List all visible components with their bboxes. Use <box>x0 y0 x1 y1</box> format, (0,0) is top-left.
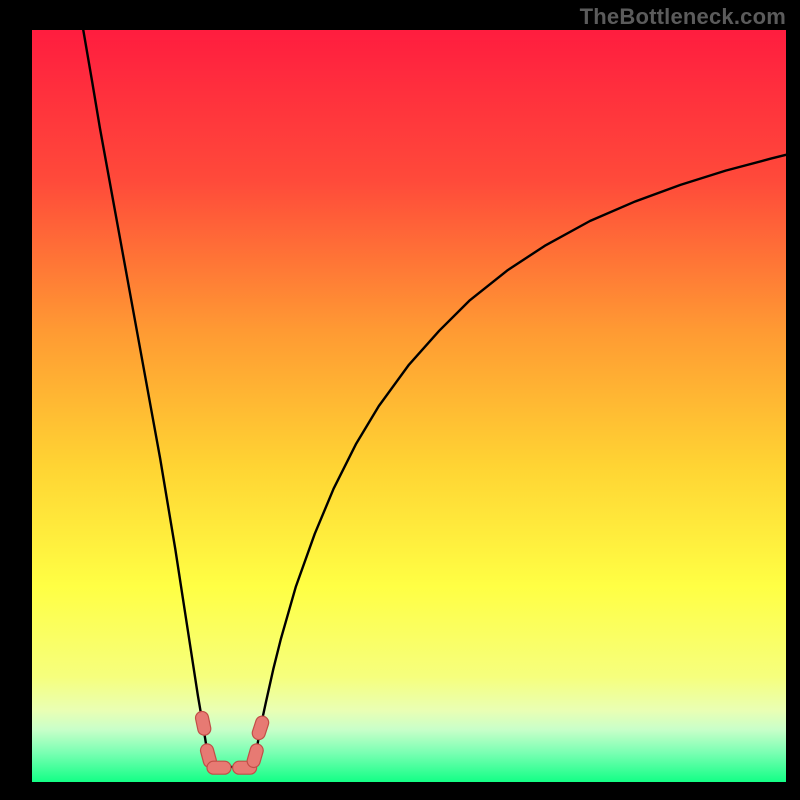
gradient-background <box>32 30 786 782</box>
watermark-text: TheBottleneck.com <box>580 4 786 30</box>
chart-stage: TheBottleneck.com <box>0 0 800 800</box>
marker-mid-left <box>207 761 231 774</box>
bottleneck-chart <box>0 0 800 800</box>
